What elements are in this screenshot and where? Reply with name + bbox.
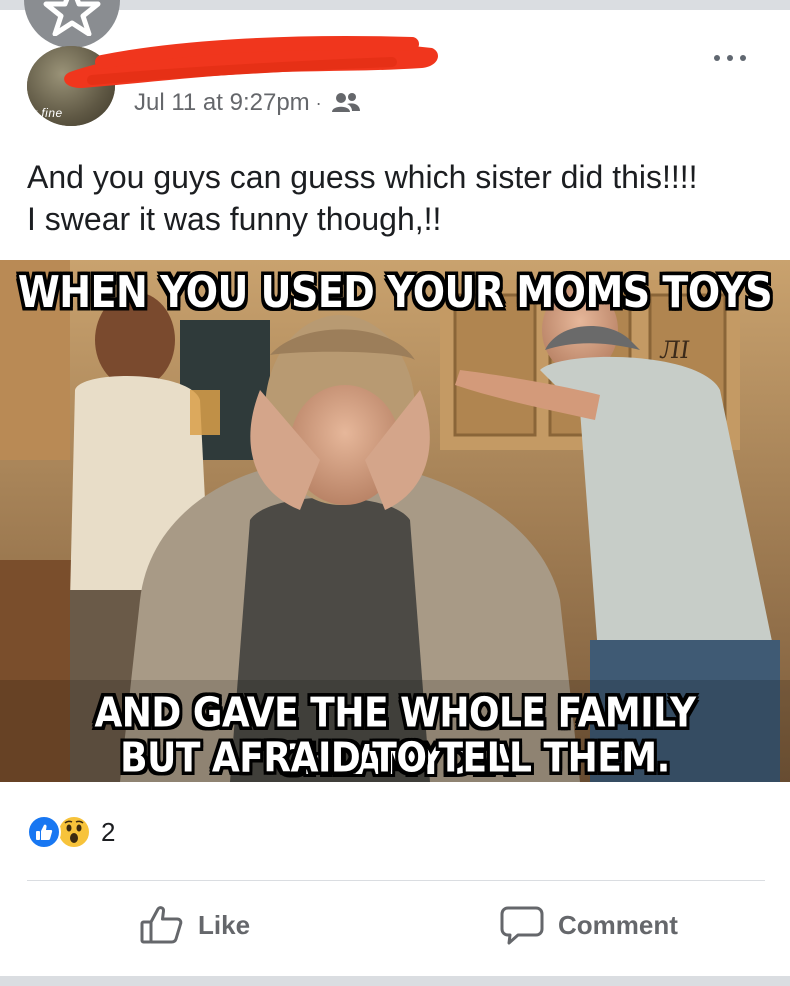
post-meta: Jul 11 at 9:27pm · bbox=[134, 89, 362, 117]
post-text: And you guys can guess which sister did … bbox=[27, 156, 767, 240]
reaction-count: 2 bbox=[101, 816, 116, 847]
meme-caption-top: WHEN YOU USED YOUR MOMS TOYS bbox=[17, 266, 773, 318]
like-button[interactable]: Like bbox=[140, 905, 250, 945]
like-reaction-icon bbox=[27, 815, 61, 849]
more-options-icon[interactable] bbox=[706, 48, 754, 68]
thumbs-up-icon bbox=[140, 906, 183, 944]
feed-separator-bottom bbox=[0, 976, 790, 986]
friends-icon[interactable] bbox=[330, 90, 362, 116]
reaction-summary[interactable]: 2 bbox=[27, 815, 115, 849]
comment-label: Comment bbox=[558, 909, 678, 940]
redacted-name-scribble bbox=[64, 35, 438, 88]
actions-divider bbox=[27, 880, 765, 881]
meme-caption-bottom: BUT AFRAID TO TELL THEM. bbox=[120, 734, 670, 782]
meta-separator: · bbox=[315, 92, 322, 113]
post-timestamp[interactable]: Jul 11 at 9:27pm bbox=[134, 89, 310, 117]
meme-image[interactable]: WHEN YOU USED YOUR MOMS TOYS ЛI AND GAVE… bbox=[0, 260, 790, 782]
comment-icon bbox=[500, 906, 544, 945]
wow-reaction-icon bbox=[57, 815, 91, 849]
post-text-line: I swear it was funny though,!! bbox=[27, 201, 442, 237]
avatar-caption: y fine bbox=[31, 106, 63, 120]
comment-button[interactable]: Comment bbox=[500, 905, 678, 945]
meme-watermark: ЛI bbox=[658, 336, 692, 364]
like-label: Like bbox=[198, 909, 251, 940]
post-text-line: And you guys can guess which sister did … bbox=[27, 159, 698, 195]
